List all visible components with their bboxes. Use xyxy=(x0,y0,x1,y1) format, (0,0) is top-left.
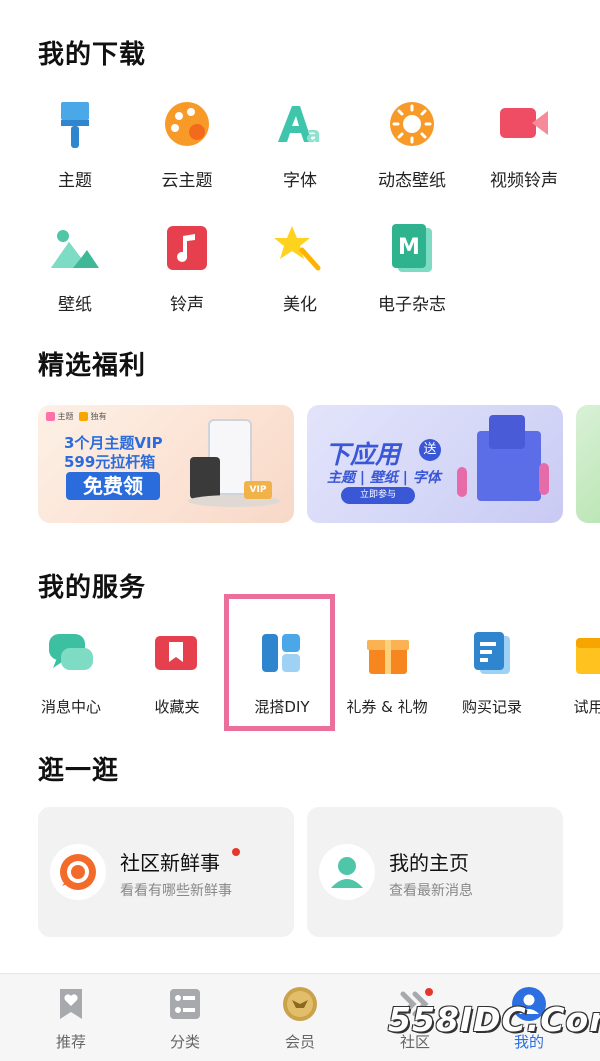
service-trial-records[interactable]: 试用记 xyxy=(546,630,600,717)
service-favorites[interactable]: 收藏夹 xyxy=(127,630,227,717)
card-community-news[interactable]: 社区新鲜事 看看有哪些新鲜事 xyxy=(38,807,294,937)
palette-icon xyxy=(159,98,215,154)
person-illustration xyxy=(457,467,467,497)
notification-dot xyxy=(232,848,240,856)
card-subtitle: 看看有哪些新鲜事 xyxy=(120,883,232,899)
user-avatar-icon xyxy=(319,844,375,900)
vip-badge: VIP xyxy=(244,481,272,499)
calendar-icon xyxy=(572,630,600,678)
suitcase-illustration xyxy=(190,457,220,499)
sun-icon xyxy=(384,98,440,154)
card-title: 社区新鲜事 xyxy=(120,851,220,875)
svg-text:M: M xyxy=(398,235,420,260)
welfare-section-title: 精选福利 xyxy=(38,351,147,381)
promo-banner-partial[interactable] xyxy=(576,405,600,523)
download-item-theme[interactable]: 主题 xyxy=(20,98,130,191)
service-message-center[interactable]: 消息中心 xyxy=(21,630,121,717)
download-item-video-ringtone[interactable]: 视频铃声 xyxy=(469,98,579,191)
card-subtitle: 查看最新消息 xyxy=(389,883,473,899)
watermark: 558IDC.Com xyxy=(388,1000,600,1039)
svg-text:a: a xyxy=(306,123,321,148)
services-section-title: 我的服务 xyxy=(38,573,147,603)
banner-line1: 3个月主题VIP xyxy=(64,434,163,452)
downloads-section-title: 我的下载 xyxy=(38,40,147,70)
download-item-e-magazine[interactable]: M 电子杂志 xyxy=(357,222,467,315)
community-icon xyxy=(50,844,106,900)
download-item-cloud-theme[interactable]: 云主题 xyxy=(132,98,242,191)
paint-brush-icon xyxy=(47,98,103,154)
crown-icon xyxy=(282,986,318,1022)
card-my-homepage[interactable]: 我的主页 查看最新消息 xyxy=(307,807,563,937)
receipt-icon xyxy=(468,630,516,678)
message-icon xyxy=(47,630,95,678)
browse-section-title: 逛一逛 xyxy=(38,756,120,786)
download-item-font[interactable]: a 字体 xyxy=(245,98,355,191)
download-item-wallpaper[interactable]: 壁纸 xyxy=(20,222,130,315)
magazine-icon: M xyxy=(384,222,440,278)
tab-category[interactable]: 分类 xyxy=(145,986,225,1052)
banner2-subtitle: 主题 | 壁纸 | 字体 xyxy=(327,470,441,486)
service-purchase-history[interactable]: 购买记录 xyxy=(442,630,542,717)
font-icon: a xyxy=(272,98,328,154)
banner2-tag: 送 xyxy=(419,439,441,461)
promo-banner-download-apps[interactable]: 下应用 送 主题 | 壁纸 | 字体 立即参与 xyxy=(307,405,563,523)
category-icon xyxy=(167,986,203,1022)
heart-bookmark-icon xyxy=(53,986,89,1022)
tab-vip[interactable]: 会员 xyxy=(260,986,340,1052)
gift-icon xyxy=(363,630,411,678)
banner-tags: 主题 独有 xyxy=(46,411,107,422)
banner2-cta: 立即参与 xyxy=(341,487,415,504)
download-item-ringtone[interactable]: 铃声 xyxy=(132,222,242,315)
bookmark-icon xyxy=(153,630,201,678)
tab-recommend[interactable]: 推荐 xyxy=(31,986,111,1052)
mountain-icon xyxy=(47,222,103,278)
banner2-title: 下应用 xyxy=(325,440,401,469)
download-item-live-wallpaper[interactable]: 动态壁纸 xyxy=(357,98,467,191)
card-title: 我的主页 xyxy=(389,851,469,875)
banner-line2: 599元拉杆箱 xyxy=(64,453,156,471)
screen-illustration xyxy=(489,415,525,449)
video-icon xyxy=(496,98,552,154)
person-illustration xyxy=(539,463,549,495)
magic-wand-icon xyxy=(272,222,328,278)
banner-cta: 免费领 xyxy=(66,472,160,500)
download-item-beautify[interactable]: 美化 xyxy=(245,222,355,315)
music-note-icon xyxy=(159,222,215,278)
promo-banner-vip[interactable]: 主题 独有 3个月主题VIP 599元拉杆箱 免费领 VIP xyxy=(38,405,294,523)
highlight-box xyxy=(224,594,335,731)
service-coupons-gifts[interactable]: 礼券 & 礼物 xyxy=(337,630,437,717)
